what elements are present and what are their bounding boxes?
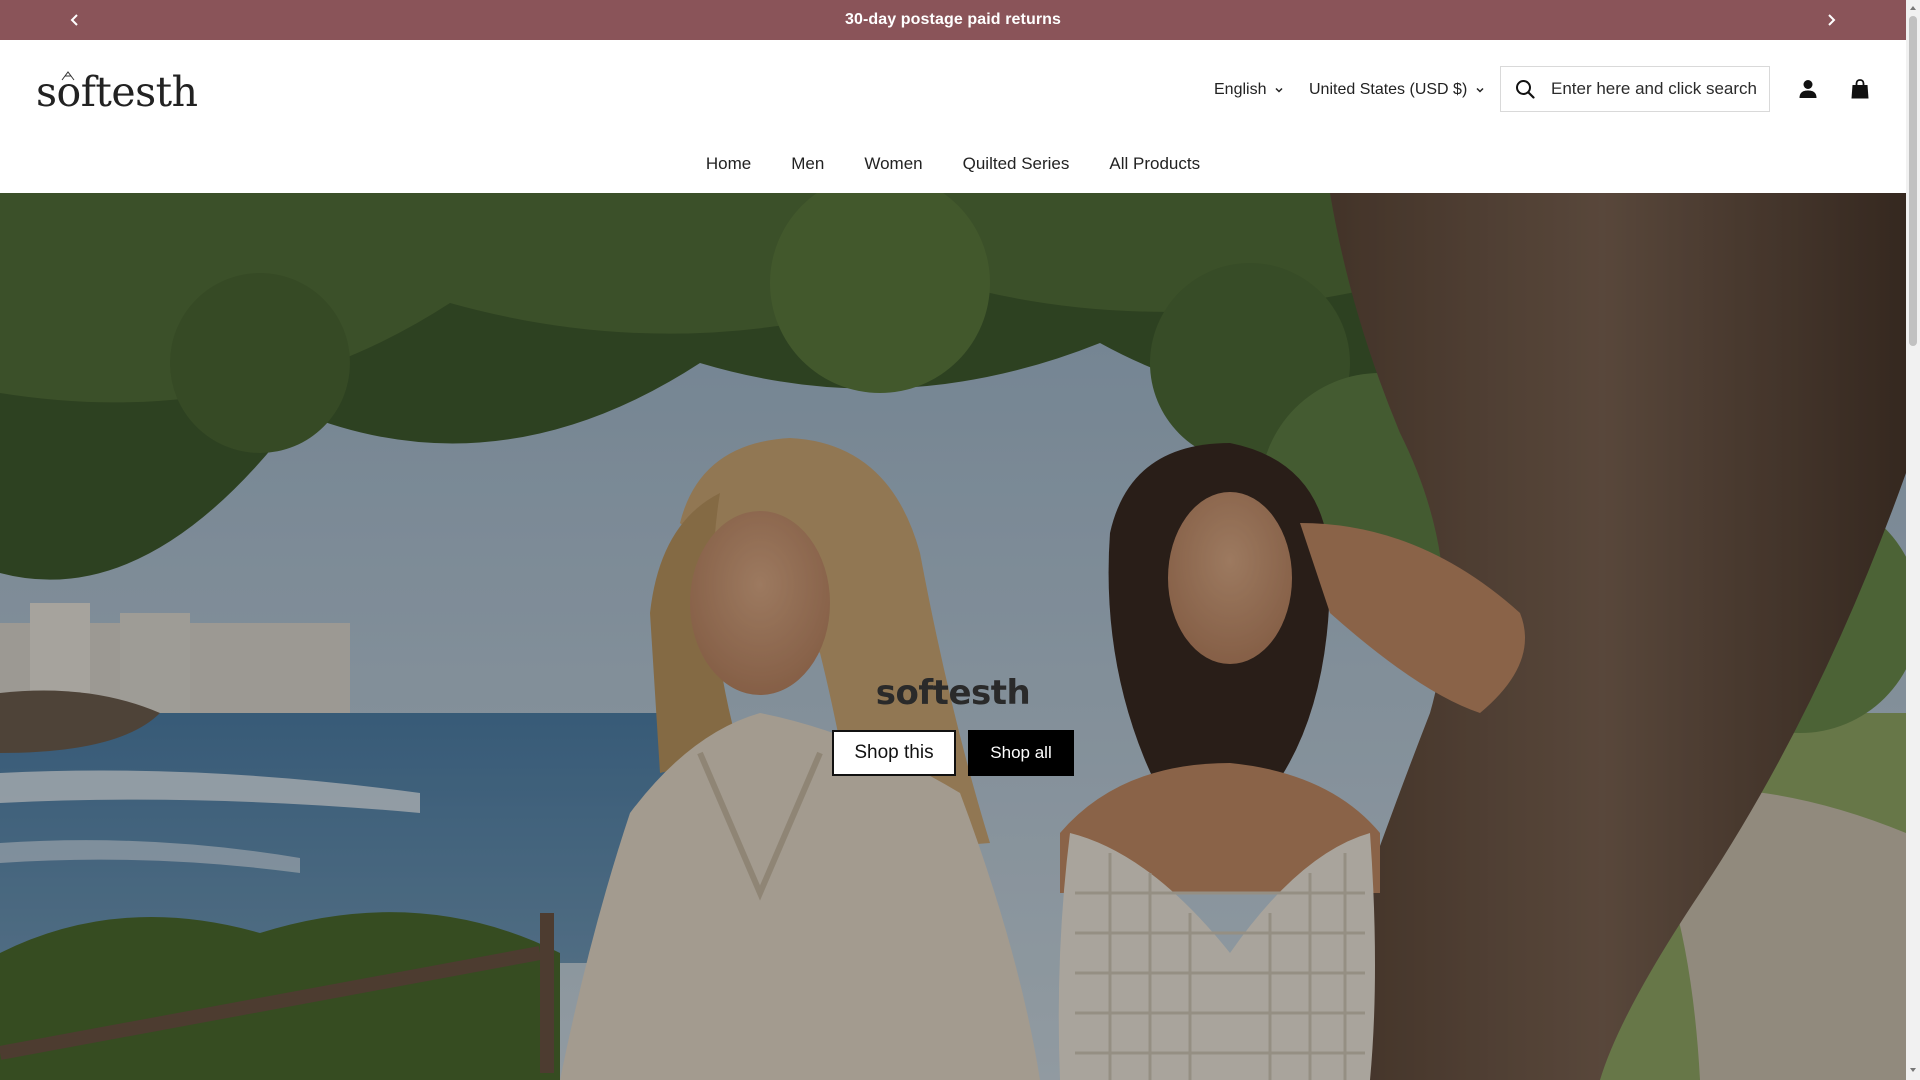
site-logo[interactable]: softesth — [36, 67, 198, 117]
scroll-thumb[interactable] — [1909, 16, 1917, 346]
nav-item-quilted-series[interactable]: Quilted Series — [955, 154, 1070, 174]
language-label: English — [1214, 81, 1267, 98]
nav-item-home[interactable]: Home — [706, 154, 751, 174]
search-icon[interactable] — [1515, 79, 1535, 99]
main-nav: Home Men Women Quilted Series All Produc… — [0, 149, 1906, 179]
country-label: United States (USD $) — [1309, 81, 1468, 98]
logo-mark-icon — [61, 71, 75, 81]
scroll-up-icon[interactable] — [1909, 4, 1917, 12]
chevron-left-icon[interactable] — [55, 0, 95, 40]
hero-banner: softesth Shop this Shop all — [0, 193, 1906, 1080]
hero-content: softesth Shop this Shop all — [0, 673, 1906, 776]
chevron-down-icon — [1275, 87, 1284, 93]
cart-icon[interactable] — [1849, 78, 1871, 100]
announcement-bar: 30-day postage paid returns — [0, 0, 1906, 40]
nav-item-men[interactable]: Men — [783, 154, 824, 174]
scroll-down-icon[interactable] — [1909, 1066, 1917, 1074]
hero-overlay — [0, 193, 1906, 1080]
search-box — [1500, 66, 1770, 112]
chevron-right-icon[interactable] — [1811, 0, 1851, 40]
country-selector[interactable]: United States (USD $) — [1309, 77, 1485, 103]
nav-item-women[interactable]: Women — [856, 154, 922, 174]
account-icon[interactable] — [1797, 78, 1819, 100]
search-input[interactable] — [1549, 78, 1763, 100]
hero-brand: softesth — [875, 673, 1031, 713]
nav-item-all-products[interactable]: All Products — [1101, 154, 1200, 174]
shop-this-button[interactable]: Shop this — [832, 730, 956, 776]
page-scrollbar[interactable] — [1906, 0, 1920, 1080]
announcement-text[interactable]: 30-day postage paid returns — [845, 11, 1061, 29]
chevron-down-icon — [1476, 87, 1484, 93]
shop-all-button[interactable]: Shop all — [968, 730, 1074, 776]
site-header: softesth English United States (USD $) H… — [0, 40, 1906, 193]
hero-buttons: Shop this Shop all — [0, 730, 1906, 776]
language-selector[interactable]: English — [1214, 77, 1284, 103]
